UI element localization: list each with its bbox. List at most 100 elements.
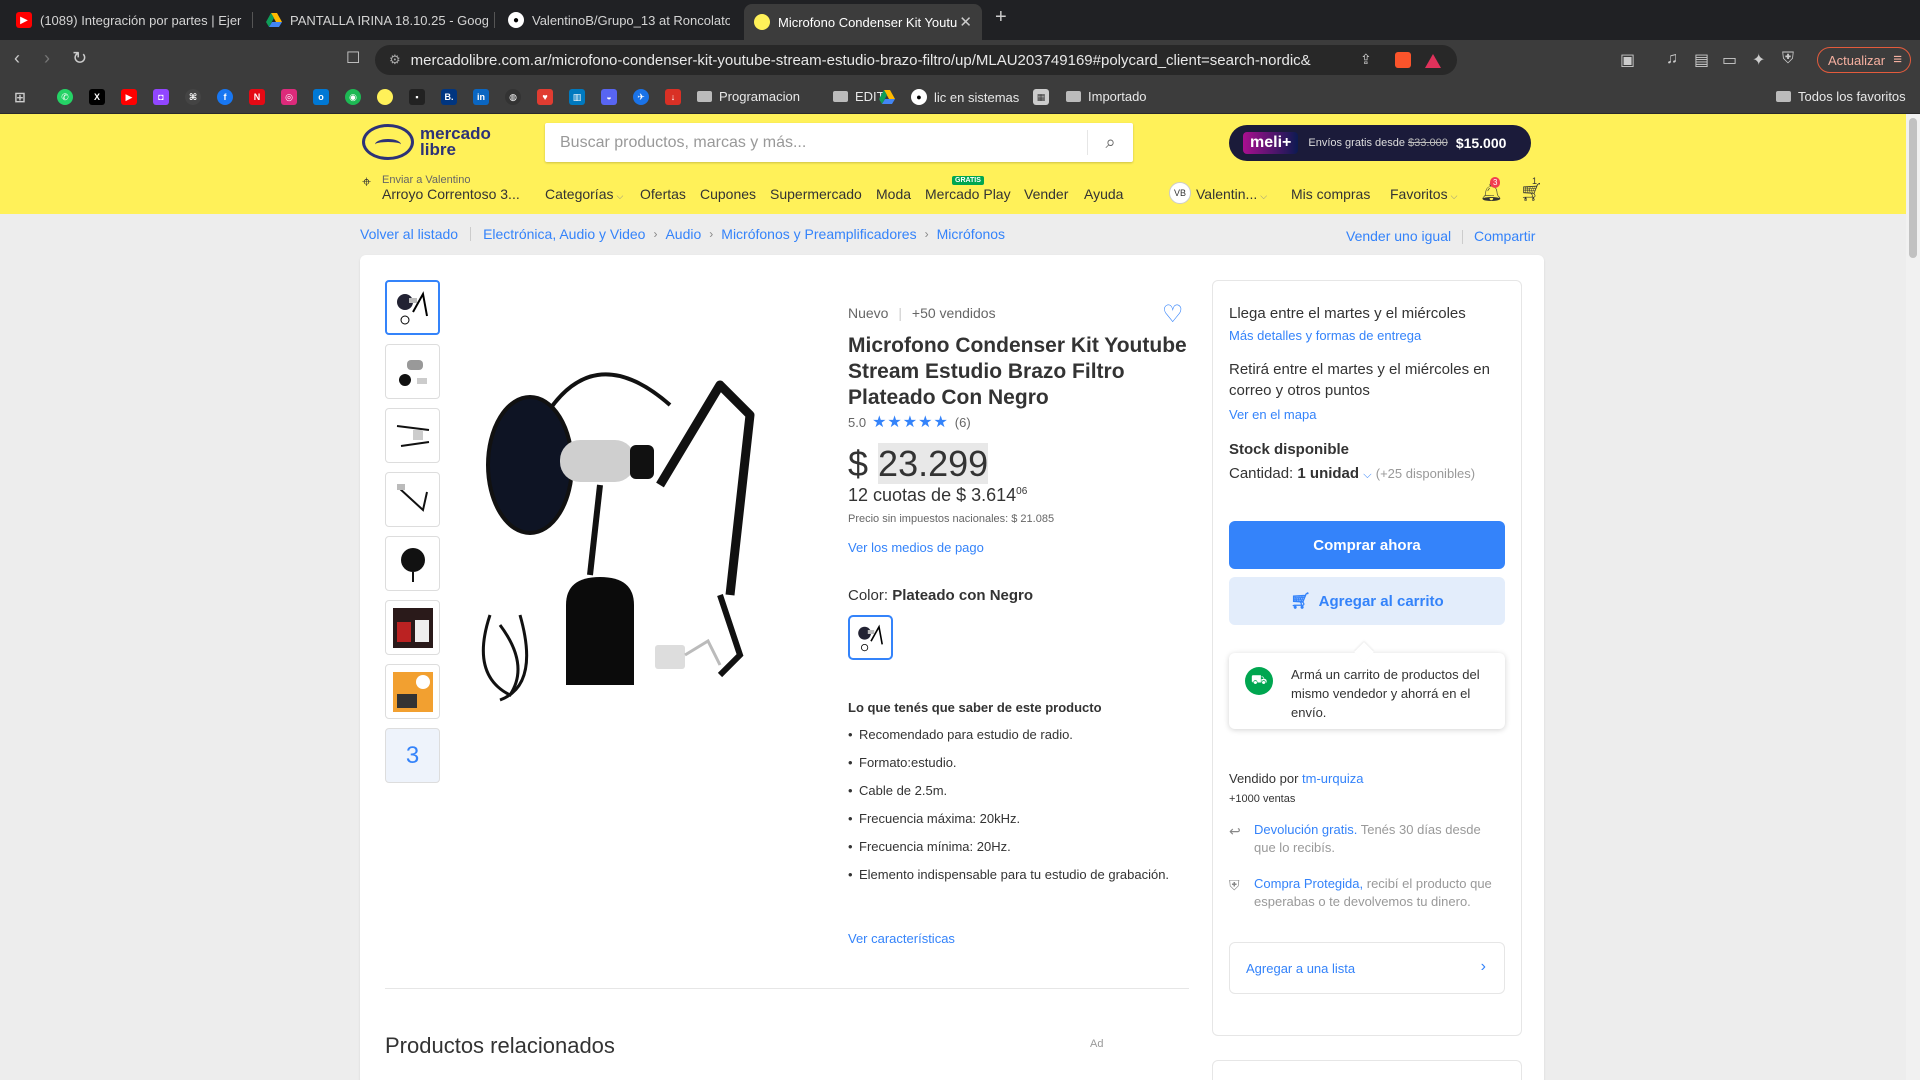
search-icon[interactable]: ⌕ — [1087, 130, 1133, 155]
brave-shields-icon[interactable] — [1395, 52, 1411, 68]
back-icon[interactable]: ‹ — [14, 48, 20, 69]
avatar[interactable]: VB — [1169, 182, 1191, 204]
more-photos-thumbnail[interactable]: 3 — [385, 728, 440, 783]
update-button[interactable]: Actualizar ≡ — [1817, 47, 1911, 73]
youtube-icon[interactable]: ▶ — [121, 89, 137, 105]
whatsapp-icon[interactable]: ✆ — [57, 89, 73, 105]
close-tab-icon[interactable]: ✕ — [959, 13, 972, 31]
menu-ayuda[interactable]: Ayuda — [1084, 186, 1123, 202]
menu-mercado-play[interactable]: Mercado Play — [925, 186, 1011, 202]
booking-icon[interactable]: B. — [441, 89, 457, 105]
notifications-icon[interactable]: 🔔︎ 3 — [1480, 177, 1503, 203]
news-icon[interactable]: ▪ — [409, 89, 425, 105]
heart-app-icon[interactable]: ♥ — [537, 89, 553, 105]
steam-icon[interactable]: ◍ — [505, 89, 521, 105]
facebook-icon[interactable]: f — [217, 89, 233, 105]
bookmark-folder-programacion[interactable]: Programacion — [697, 89, 800, 104]
scrollbar[interactable] — [1906, 114, 1920, 1080]
payment-methods-link[interactable]: Ver los medios de pago — [848, 540, 984, 555]
breadcrumb-item[interactable]: Micrófonos y Preamplificadores — [721, 226, 916, 242]
address-bar[interactable]: ⚙ mercadolibre.com.ar/microfono-condense… — [375, 45, 1457, 75]
delivery-details-link[interactable]: Más detalles y formas de entrega — [1229, 328, 1421, 343]
map-link[interactable]: Ver en el mapa — [1229, 407, 1316, 422]
product-main-image[interactable] — [470, 345, 810, 705]
google-drive-icon[interactable] — [879, 89, 895, 105]
brave-rewards-icon[interactable] — [1425, 54, 1441, 68]
menu-vender[interactable]: Vender — [1024, 186, 1068, 202]
user-menu[interactable]: Valentin... ⌵ — [1196, 186, 1267, 202]
instagram-icon[interactable]: ◎ — [281, 89, 297, 105]
outlook-icon[interactable]: o — [313, 89, 329, 105]
tab-mercadolibre[interactable]: Microfono Condenser Kit Youtu ✕ — [744, 4, 982, 40]
vender-uno-igual-link[interactable]: Vender uno igual — [1346, 228, 1451, 244]
breadcrumb-item[interactable]: Micrófonos — [937, 226, 1005, 242]
meli-plus-banner[interactable]: meli+ Envíos gratis desde $33.000 $15.00… — [1229, 125, 1531, 161]
shipping-location[interactable]: ⌖ Enviar a Valentino Arroyo Correntoso 3… — [362, 174, 520, 202]
product-thumbnail[interactable] — [385, 472, 440, 527]
bookmark-lic-en-sistemas[interactable]: ● lic en sistemas — [911, 89, 1019, 105]
product-thumbnail[interactable] — [385, 664, 440, 719]
back-to-list-link[interactable]: Volver al listado — [360, 226, 458, 242]
menu-supermercado[interactable]: Supermercado — [770, 186, 862, 202]
vpn-icon[interactable]: ⛨ — [1782, 50, 1794, 68]
linkedin-icon[interactable]: in — [473, 89, 489, 105]
mis-compras-link[interactable]: Mis compras — [1291, 186, 1370, 202]
apps-icon[interactable]: ⊞ — [12, 89, 28, 105]
chatgpt-icon[interactable]: ⌘ — [185, 89, 201, 105]
new-tab-icon[interactable]: + — [995, 6, 1007, 29]
discord-icon[interactable]: ◒ — [601, 89, 617, 105]
add-to-list-button[interactable]: Agregar a una lista › — [1229, 942, 1505, 994]
bookmark-folder-importado[interactable]: Importado — [1066, 89, 1147, 104]
spotify-icon[interactable]: ◉ — [345, 89, 361, 105]
favorite-heart-icon[interactable]: ♡ — [1162, 300, 1184, 329]
seller-link[interactable]: tm-urquiza — [1302, 771, 1363, 786]
protected-purchase-link[interactable]: Compra Protegida, — [1254, 876, 1363, 891]
quantity-selector[interactable]: Cantidad: 1 unidad ⌵ (+25 disponibles) — [1229, 463, 1475, 486]
product-thumbnail[interactable] — [385, 408, 440, 463]
bookmark-folder-todos[interactable]: Todos los favoritos — [1776, 89, 1906, 104]
breadcrumb-item[interactable]: Electrónica, Audio y Video — [483, 226, 645, 242]
tab-youtube[interactable]: ▶ (1089) Integración por partes | Ejer — [6, 6, 246, 34]
bookmark-icon[interactable]: ☐ — [346, 48, 360, 68]
product-rating[interactable]: 5.0 ★★★★★ (6) — [848, 412, 971, 432]
free-return-link[interactable]: Devolución gratis. — [1254, 822, 1357, 837]
menu-categorias[interactable]: Categorías ⌵ — [545, 186, 623, 202]
tab-google-drive[interactable]: PANTALLA IRINA 18.10.25 - Google — [256, 6, 488, 34]
wallet-icon[interactable]: ▭ — [1722, 50, 1737, 70]
mercadolibre-icon[interactable] — [377, 89, 393, 105]
share-icon[interactable]: ⇪ — [1360, 51, 1372, 68]
page-icon[interactable]: ▦ — [1033, 89, 1049, 105]
messenger-icon[interactable]: ✈ — [633, 89, 649, 105]
netflix-icon[interactable]: N — [249, 89, 265, 105]
bookmark-folder-edit[interactable]: EDIT — [833, 89, 885, 104]
menu-ofertas[interactable]: Ofertas — [640, 186, 686, 202]
favoritos-menu[interactable]: Favoritos ⌵ — [1390, 186, 1457, 202]
ver-caracteristicas-link[interactable]: Ver características — [848, 931, 955, 946]
add-to-cart-button[interactable]: 🛒︎ Agregar al carrito — [1229, 577, 1505, 625]
download-app-icon[interactable]: ↓ — [665, 89, 681, 105]
color-option-plateado-negro[interactable] — [848, 615, 893, 660]
media-icon[interactable]: ♫ — [1666, 50, 1678, 68]
trello-icon[interactable]: ▥ — [569, 89, 585, 105]
cart-icon[interactable]: 🛒︎ 1 — [1520, 176, 1543, 203]
reload-icon[interactable]: ↻ — [72, 48, 87, 69]
forward-icon[interactable]: › — [44, 48, 50, 69]
reader-icon[interactable]: ▣ — [1620, 50, 1635, 70]
mercadolibre-logo[interactable]: mercado libre — [362, 124, 491, 160]
tab-github[interactable]: ● ValentinoB/Grupo_13 at Roncolato — [498, 6, 730, 34]
twitch-icon[interactable]: ◘ — [153, 89, 169, 105]
menu-cupones[interactable]: Cupones — [700, 186, 756, 202]
sidebar-icon[interactable]: ▤ — [1694, 50, 1709, 70]
compartir-link[interactable]: Compartir — [1474, 228, 1535, 244]
search-input[interactable] — [545, 133, 1081, 152]
menu-moda[interactable]: Moda — [876, 186, 911, 202]
breadcrumb-item[interactable]: Audio — [665, 226, 701, 242]
product-thumbnail[interactable] — [385, 344, 440, 399]
product-thumbnail[interactable] — [385, 280, 440, 335]
product-thumbnail[interactable] — [385, 536, 440, 591]
scrollbar-thumb[interactable] — [1909, 118, 1917, 258]
x-icon[interactable]: X — [89, 89, 105, 105]
leo-ai-icon[interactable]: ✦ — [1752, 50, 1765, 70]
buy-now-button[interactable]: Comprar ahora — [1229, 521, 1505, 569]
site-info-icon[interactable]: ⚙ — [389, 52, 401, 68]
